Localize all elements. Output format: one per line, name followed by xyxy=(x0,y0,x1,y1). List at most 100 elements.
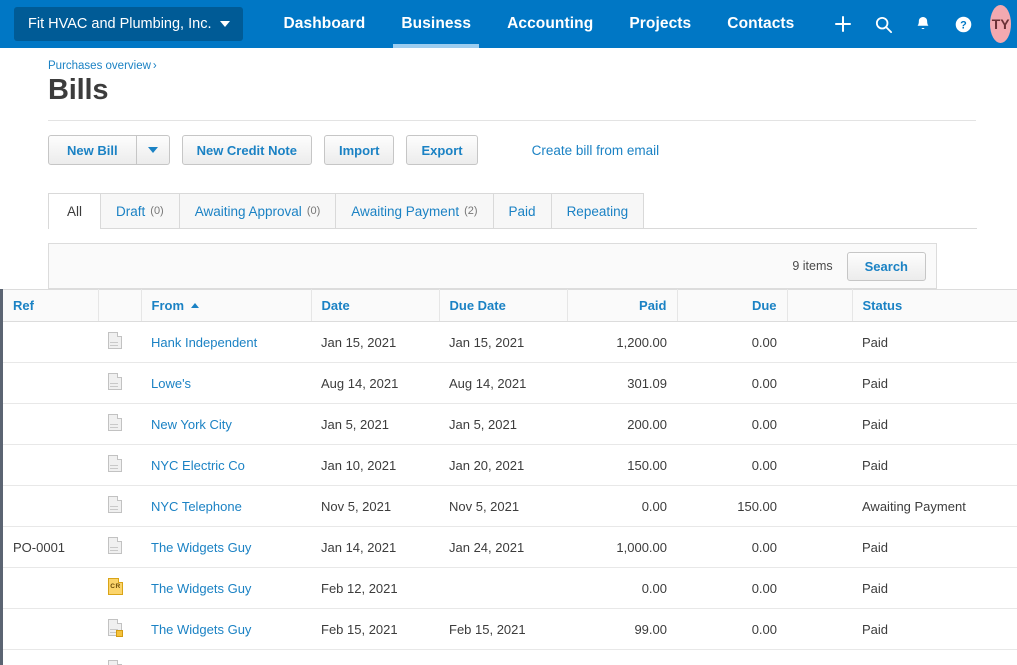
cell-from: NYC Electric Co xyxy=(141,444,311,486)
plus-icon[interactable] xyxy=(826,7,860,41)
breadcrumb[interactable]: Purchases overview › xyxy=(48,48,977,72)
cell-icon xyxy=(98,649,141,665)
nav-link-projects[interactable]: Projects xyxy=(611,0,709,48)
search-icon[interactable] xyxy=(866,7,900,41)
tab-awaiting-payment[interactable]: Awaiting Payment (2) xyxy=(336,193,494,228)
new-credit-note-button[interactable]: New Credit Note xyxy=(181,135,312,165)
breadcrumb-parent-link[interactable]: Purchases overview xyxy=(48,60,151,72)
cell-due: 0.00 xyxy=(677,362,787,404)
vendor-link[interactable]: The Widgets Guy xyxy=(151,540,251,555)
chevron-down-icon xyxy=(147,147,158,153)
table-row[interactable]: Lowe's Aug 14, 2021 Aug 14, 2021 301.09 0.00… xyxy=(3,362,1017,404)
column-header-icon xyxy=(98,289,142,322)
cell-spacer xyxy=(787,526,852,568)
table-row[interactable]: CR The Widgets Guy Feb 12, 2021 0.00 0.00 Pai… xyxy=(3,567,1017,609)
nav-link-business[interactable]: Business xyxy=(383,0,489,48)
page-header-area: Purchases overview › Bills New Bill New C… xyxy=(0,48,1017,289)
document-attachment-icon[interactable] xyxy=(108,619,123,637)
new-bill-button[interactable]: New Bill xyxy=(48,135,137,165)
cell-status: Awaiting Payment xyxy=(852,485,1017,527)
cell-due-date: Jan 20, 2021 xyxy=(439,444,567,486)
cell-due-date xyxy=(439,567,567,609)
nav-icon-group: ? xyxy=(826,7,980,41)
cell-icon xyxy=(98,444,141,486)
tab-count: (0) xyxy=(150,205,164,217)
vendor-link[interactable]: Hank Independent xyxy=(151,335,257,350)
cell-ref xyxy=(3,403,98,445)
tab-repeating[interactable]: Repeating xyxy=(551,193,645,228)
table-row[interactable]: The Widgets GuyJan 25, 2021Feb 3, 202140… xyxy=(3,649,1017,665)
credit-note-icon[interactable]: CR xyxy=(108,578,123,595)
table-row[interactable]: NYC Telephone Nov 5, 2021 Nov 5, 2021 0.00 1… xyxy=(3,485,1017,527)
create-bill-from-email-link[interactable]: Create bill from email xyxy=(532,143,660,158)
company-selector[interactable]: Fit HVAC and Plumbing, Inc. xyxy=(14,7,244,41)
table-row[interactable]: PO-0001 The Widgets Guy Jan 14, 2021 Jan 24… xyxy=(3,526,1017,568)
table-row[interactable]: New York City Jan 5, 2021 Jan 5, 2021 200.0… xyxy=(3,403,1017,445)
table-row[interactable]: Hank Independent Jan 15, 2021 Jan 15, 2021… xyxy=(3,321,1017,363)
tab-all[interactable]: All xyxy=(48,193,102,229)
document-icon[interactable] xyxy=(108,414,122,431)
cell-ref xyxy=(3,649,98,665)
nav-link-dashboard[interactable]: Dashboard xyxy=(265,0,383,48)
cell-due: 0.00 xyxy=(677,403,787,445)
vendor-link[interactable]: New York City xyxy=(151,417,232,432)
table-row[interactable]: The Widgets Guy Feb 15, 2021 Feb 15, 2021 9… xyxy=(3,608,1017,650)
nav-link-contacts[interactable]: Contacts xyxy=(709,0,812,48)
table-row[interactable]: NYC Electric Co Jan 10, 2021 Jan 20, 2021 1… xyxy=(3,444,1017,486)
nav-link-label: Dashboard xyxy=(283,15,366,32)
column-header-ref[interactable]: Ref xyxy=(3,289,99,322)
bell-icon[interactable] xyxy=(906,7,940,41)
help-icon[interactable]: ? xyxy=(946,7,980,41)
document-icon[interactable] xyxy=(108,332,122,349)
search-button[interactable]: Search xyxy=(846,251,926,281)
nav-link-label: Business xyxy=(401,15,472,32)
document-icon[interactable] xyxy=(108,496,122,513)
column-header-date[interactable]: Date xyxy=(311,289,440,322)
document-icon[interactable] xyxy=(108,537,122,554)
cell-date: Nov 5, 2021 xyxy=(311,485,439,527)
column-header-spacer xyxy=(787,289,853,322)
avatar[interactable]: TY xyxy=(990,5,1011,43)
nav-link-accounting[interactable]: Accounting xyxy=(489,0,611,48)
vendor-link[interactable]: NYC Telephone xyxy=(151,499,242,514)
cell-status: Paid xyxy=(852,567,1017,609)
column-header-paid[interactable]: Paid xyxy=(567,289,678,322)
cell-spacer xyxy=(787,321,852,363)
column-header-status[interactable]: Status xyxy=(852,289,1017,322)
cell-ref xyxy=(3,444,98,486)
cell-due: 0.00 xyxy=(677,526,787,568)
column-header-from[interactable]: From xyxy=(141,289,312,322)
document-icon[interactable] xyxy=(108,373,122,390)
cell-paid: 0.00 xyxy=(567,567,677,609)
vendor-link[interactable]: The Widgets Guy xyxy=(151,581,251,596)
cell-status: Paid xyxy=(852,362,1017,404)
import-button[interactable]: Import xyxy=(323,135,395,165)
document-icon[interactable] xyxy=(108,660,122,665)
bills-table-container: Ref From Date Due Date Paid Due Status H… xyxy=(0,289,1017,665)
page-title: Bills xyxy=(48,74,109,106)
cell-status: Paid xyxy=(852,608,1017,650)
cell-from: The Widgets Guy xyxy=(141,649,311,665)
column-header-due[interactable]: Due xyxy=(677,289,788,322)
tab-awaiting-approval[interactable]: Awaiting Approval (0) xyxy=(179,193,337,228)
tab-paid[interactable]: Paid xyxy=(493,193,552,228)
tab-draft[interactable]: Draft (0) xyxy=(101,193,180,228)
vendor-link[interactable]: The Widgets Guy xyxy=(151,622,251,637)
cell-due: 0.00 xyxy=(677,321,787,363)
cell-due: 150.00 xyxy=(677,485,787,527)
vendor-link[interactable]: NYC Electric Co xyxy=(151,458,245,473)
cell-due-date: Feb 3, 2021 xyxy=(439,649,567,665)
export-button[interactable]: Export xyxy=(406,135,478,165)
nav-link-label: Projects xyxy=(629,15,692,32)
breadcrumb-separator-icon: › xyxy=(152,60,157,72)
cell-icon xyxy=(98,321,141,363)
cell-due-date: Nov 5, 2021 xyxy=(439,485,567,527)
page-content: Purchases overview › Bills New Bill New C… xyxy=(0,48,1017,665)
document-icon[interactable] xyxy=(108,455,122,472)
search-panel-wrap: 9 items Search xyxy=(48,243,977,289)
search-panel: 9 items Search xyxy=(48,243,937,289)
cell-status: Awaiting Payment xyxy=(852,649,1017,665)
new-bill-dropdown-button[interactable] xyxy=(136,135,170,165)
vendor-link[interactable]: Lowe's xyxy=(151,376,191,391)
column-header-due-date[interactable]: Due Date xyxy=(439,289,568,322)
